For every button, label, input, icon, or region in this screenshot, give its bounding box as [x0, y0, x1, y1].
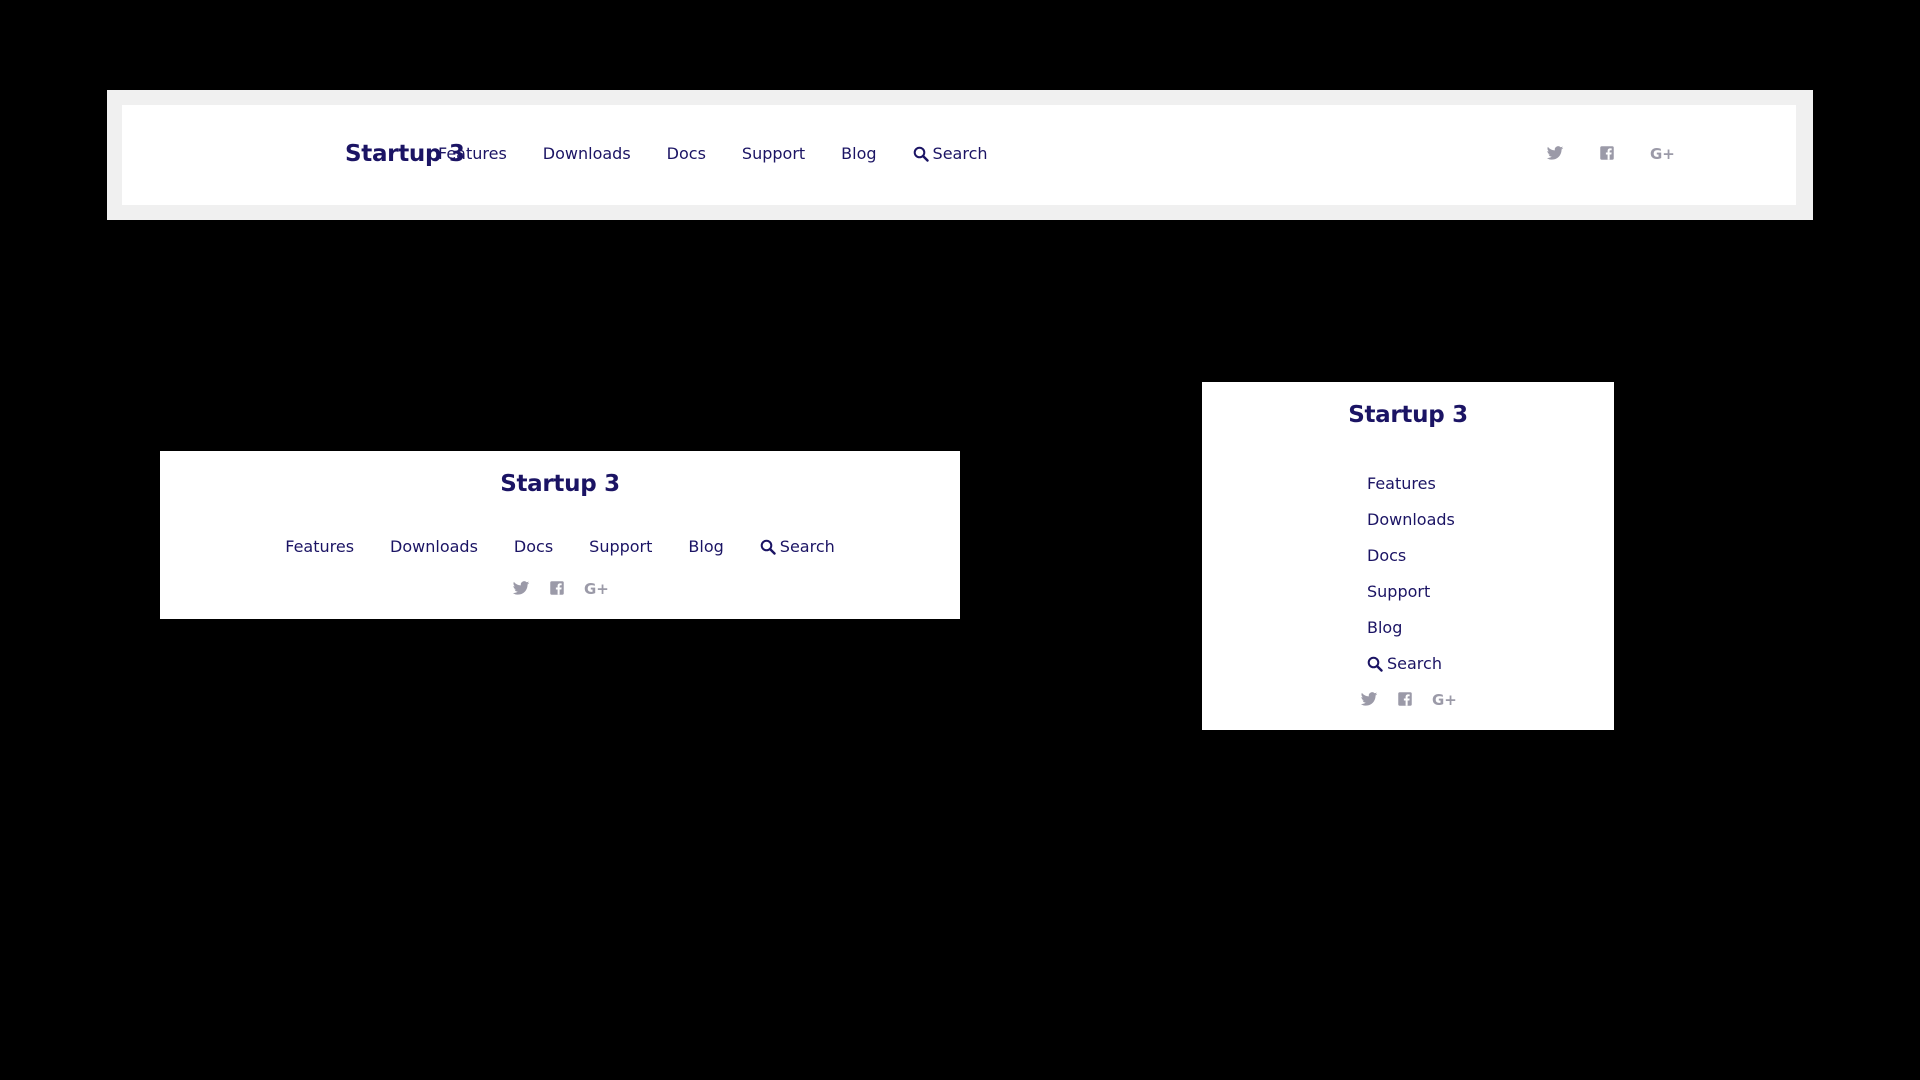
search-label: Search	[1387, 654, 1442, 673]
twitter-icon[interactable]	[512, 579, 530, 597]
svg-text:G+: G+	[584, 580, 608, 597]
nav-item-search[interactable]: Search	[760, 537, 835, 556]
google-plus-icon[interactable]: G+	[584, 579, 608, 597]
search-icon	[1367, 656, 1383, 672]
search-icon	[760, 539, 776, 555]
facebook-icon[interactable]	[1396, 690, 1414, 708]
brand-logo[interactable]: Startup 3	[160, 471, 960, 497]
desktop-header: Startup 3 Features Downloads Docs Suppor…	[122, 105, 1796, 205]
nav-item-blog[interactable]: Blog	[841, 144, 876, 163]
google-plus-icon[interactable]: G+	[1432, 690, 1456, 708]
social-links: G+	[1546, 144, 1708, 162]
search-label: Search	[932, 144, 988, 163]
nav-item-docs[interactable]: Docs	[667, 144, 706, 163]
mobile-header: Startup 3 Features Downloads Docs Suppor…	[1202, 382, 1614, 730]
nav-item-downloads[interactable]: Downloads	[543, 144, 631, 163]
nav-item-downloads[interactable]: Downloads	[1367, 502, 1455, 538]
main-nav: Features Downloads Docs Support Blog Sea…	[160, 537, 960, 556]
nav-item-downloads[interactable]: Downloads	[390, 537, 478, 556]
main-nav: Features Downloads Docs Support Blog Sea…	[1367, 466, 1455, 682]
nav-item-docs[interactable]: Docs	[514, 537, 553, 556]
nav-item-features[interactable]: Features	[285, 537, 354, 556]
facebook-icon[interactable]	[1598, 144, 1616, 162]
social-links: G+	[160, 579, 960, 597]
nav-item-features[interactable]: Features	[438, 144, 507, 163]
brand-logo[interactable]: Startup 3	[1202, 402, 1614, 428]
nav-item-blog[interactable]: Blog	[688, 537, 723, 556]
svg-text:G+: G+	[1650, 145, 1674, 162]
nav-item-blog[interactable]: Blog	[1367, 610, 1402, 646]
google-plus-icon[interactable]: G+	[1650, 144, 1674, 162]
twitter-icon[interactable]	[1360, 690, 1378, 708]
nav-item-support[interactable]: Support	[742, 144, 805, 163]
tablet-header: Startup 3 Features Downloads Docs Suppor…	[160, 451, 960, 619]
nav-item-support[interactable]: Support	[589, 537, 652, 556]
nav-item-support[interactable]: Support	[1367, 574, 1430, 610]
social-links: G+	[1202, 690, 1614, 708]
nav-item-search[interactable]: Search	[1367, 646, 1442, 682]
nav-item-features[interactable]: Features	[1367, 466, 1436, 502]
svg-text:G+: G+	[1432, 691, 1456, 708]
nav-item-search[interactable]: Search	[913, 144, 988, 163]
facebook-icon[interactable]	[548, 579, 566, 597]
nav-item-docs[interactable]: Docs	[1367, 538, 1406, 574]
main-nav: Features Downloads Docs Support Blog Sea…	[438, 144, 1024, 163]
search-label: Search	[779, 537, 835, 556]
twitter-icon[interactable]	[1546, 144, 1564, 162]
search-icon	[913, 146, 929, 162]
desktop-header-frame: Startup 3 Features Downloads Docs Suppor…	[107, 90, 1813, 220]
